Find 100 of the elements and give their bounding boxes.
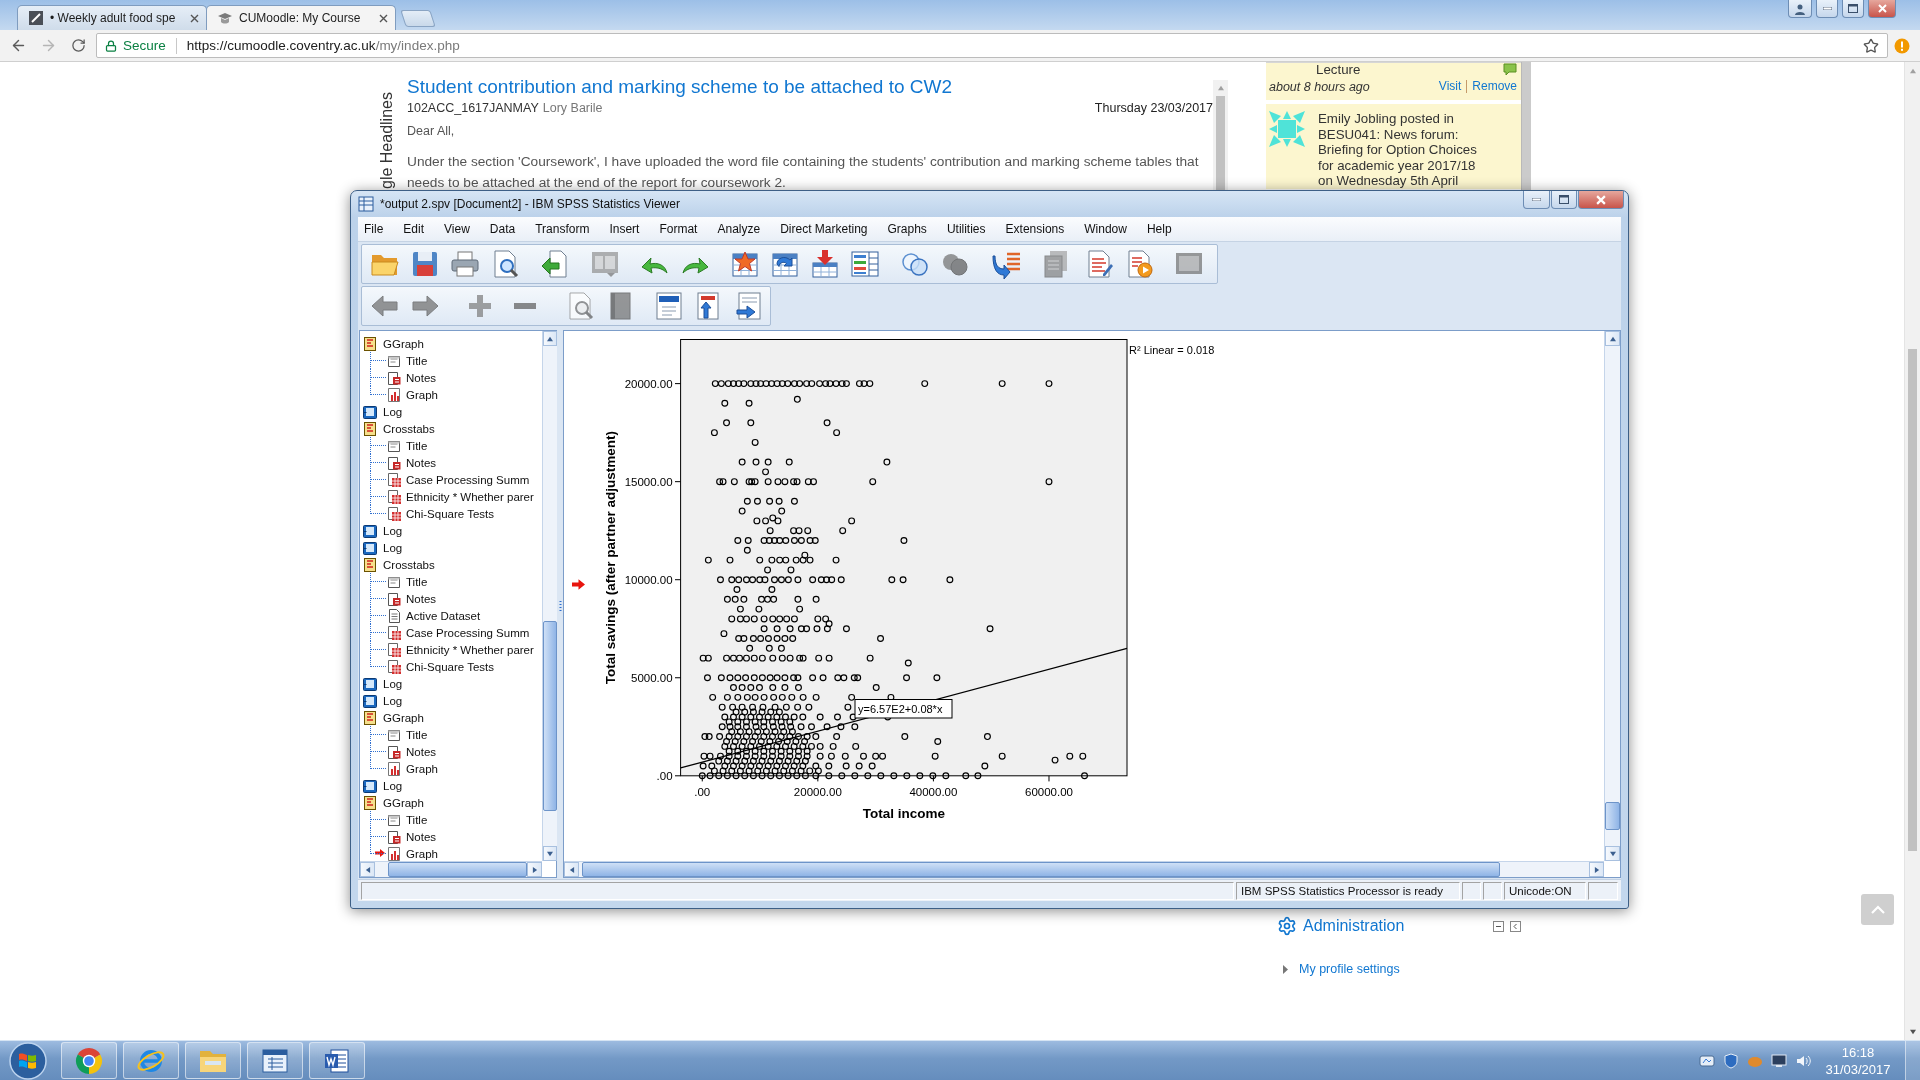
outline-item[interactable]: GGraph (362, 335, 424, 352)
outline-item[interactable]: Chi-Square Tests (386, 658, 494, 675)
outline-item[interactable]: Title (386, 437, 428, 454)
outline-item[interactable]: GGraph (362, 794, 424, 811)
caret-left-icon[interactable] (364, 866, 371, 873)
circle-logo-icon[interactable] (74, 1045, 104, 1076)
window-icon[interactable] (261, 1046, 289, 1075)
profile-button[interactable] (1788, 0, 1812, 18)
address-field[interactable]: Secure https://cumoodle.coventry.ac.uk/my/index.php (96, 33, 1888, 58)
close-button[interactable] (1868, 0, 1896, 18)
scroll-thumb[interactable] (582, 862, 1500, 877)
vertical-scrollbar[interactable] (542, 331, 557, 861)
menu-item[interactable]: Extensions (995, 219, 1075, 239)
close-icon[interactable] (190, 13, 199, 23)
menu-link[interactable]: My profile settings (1299, 962, 1400, 976)
caret-right-icon[interactable] (531, 866, 538, 873)
outline-item[interactable]: Case Processing Summ (386, 471, 530, 488)
scroll-thumb[interactable] (1908, 349, 1917, 851)
outline-item[interactable]: Case Processing Summ (386, 624, 530, 641)
maximize-button[interactable] (1842, 0, 1864, 18)
outline-item[interactable]: Graph (386, 386, 438, 403)
menu-item[interactable]: Analyze (707, 219, 771, 239)
speech-bubble-icon[interactable] (1503, 63, 1517, 76)
outline-item[interactable]: Title (386, 573, 428, 590)
browser-tab[interactable]: • Weekly adult food spe (17, 5, 207, 30)
flag-icon[interactable] (8, 1041, 47, 1080)
menu-item[interactable]: Data (479, 219, 526, 239)
taskbar-button[interactable] (61, 1042, 117, 1079)
menu-item[interactable]: View (434, 219, 480, 239)
menu-item[interactable]: File (354, 219, 394, 239)
outline-item[interactable]: Log (362, 403, 403, 420)
menu-item[interactable]: Insert (599, 219, 650, 239)
table-down-arrow-icon[interactable] (809, 248, 841, 280)
chevron-square-icon[interactable] (1510, 920, 1521, 932)
outline-item[interactable]: Graph (386, 760, 438, 777)
scroll-thumb[interactable] (1216, 96, 1225, 190)
close-button[interactable] (1578, 191, 1624, 209)
outline-item[interactable]: GGraph (362, 709, 424, 726)
minus-square-icon[interactable] (1493, 920, 1504, 932)
reload-icon[interactable] (70, 38, 86, 53)
caret-down-icon[interactable] (1909, 1028, 1916, 1035)
document-icon[interactable] (323, 1046, 351, 1075)
activity-link[interactable]: Remove (1466, 80, 1517, 93)
caret-up-icon[interactable] (547, 335, 553, 342)
printer-icon[interactable] (449, 248, 481, 280)
scroll-thumb[interactable] (1605, 802, 1620, 830)
outline-item[interactable]: Graph (386, 845, 438, 861)
outline-item[interactable]: Log (362, 675, 403, 692)
menu-item[interactable]: Utilities (936, 219, 996, 239)
show-desktop-button[interactable] (1905, 1040, 1920, 1080)
browser-tab[interactable]: CUMoodle: My Course (206, 5, 396, 30)
outline-item[interactable]: Title (386, 726, 428, 743)
maximize-button[interactable] (1551, 191, 1577, 209)
outline-item[interactable]: Log (362, 522, 403, 539)
menu-item[interactable]: Direct Marketing (770, 219, 878, 239)
outline-item[interactable]: Crosstabs (362, 556, 435, 573)
outline-item[interactable]: Log (362, 692, 403, 709)
vertical-scrollbar[interactable] (1521, 62, 1531, 190)
alert-icon[interactable] (1894, 37, 1910, 54)
document-header-icon[interactable] (653, 290, 685, 322)
monitor-icon[interactable] (1771, 1052, 1787, 1069)
outline-item[interactable]: Log (362, 777, 403, 794)
news-title-link[interactable]: Student contribution and marking scheme to be attached to CW2 (407, 75, 1213, 99)
scroll-thumb[interactable] (543, 621, 557, 811)
outline-item[interactable]: Title (386, 811, 428, 828)
outline-item[interactable]: Crosstabs (362, 420, 435, 437)
network-icon[interactable] (1699, 1052, 1715, 1069)
grip-icon[interactable] (558, 600, 562, 612)
vertical-scrollbar[interactable] (1213, 80, 1228, 190)
shield-icon[interactable] (1723, 1052, 1739, 1069)
outline-item[interactable]: Title (386, 352, 428, 369)
outline-item[interactable]: Active Dataset (386, 607, 481, 624)
menu-item[interactable]: Window (1074, 219, 1137, 239)
menu-item[interactable]: Edit (393, 219, 435, 239)
caret-right-icon[interactable] (1282, 964, 1289, 974)
outline-item[interactable]: Chi-Square Tests (386, 505, 494, 522)
taskbar-button[interactable] (247, 1042, 303, 1079)
horizontal-scrollbar[interactable] (360, 861, 542, 877)
menu-item[interactable]: Help (1136, 219, 1182, 239)
caret-down-icon[interactable] (547, 850, 553, 857)
vertical-scrollbar[interactable] (1604, 331, 1620, 861)
activity-link[interactable]: Visit (1433, 80, 1467, 93)
outline-item[interactable]: Log (362, 539, 403, 556)
menu-item[interactable]: Format (649, 219, 708, 239)
outline-item[interactable]: Notes (386, 743, 437, 760)
menu-item[interactable]: Graphs (877, 219, 937, 239)
caret-down-icon[interactable] (1609, 850, 1616, 857)
star-icon[interactable] (1863, 37, 1879, 54)
new-tab-button[interactable] (400, 10, 436, 27)
outline-item[interactable]: Notes (386, 369, 437, 386)
horizontal-scrollbar[interactable] (564, 861, 1604, 877)
outline-item[interactable]: Ethnicity * Whether parer (386, 641, 534, 658)
menu-item[interactable]: Transform (525, 219, 600, 239)
outline-item[interactable]: Ethnicity * Whether parer (386, 488, 534, 505)
caret-up-icon[interactable] (1609, 335, 1616, 342)
caret-right-icon[interactable] (1593, 866, 1600, 873)
scroll-thumb[interactable] (388, 862, 527, 877)
table-list-icon[interactable] (849, 248, 881, 280)
taskbar-button[interactable] (123, 1042, 179, 1079)
outline-item[interactable]: Notes (386, 590, 437, 607)
